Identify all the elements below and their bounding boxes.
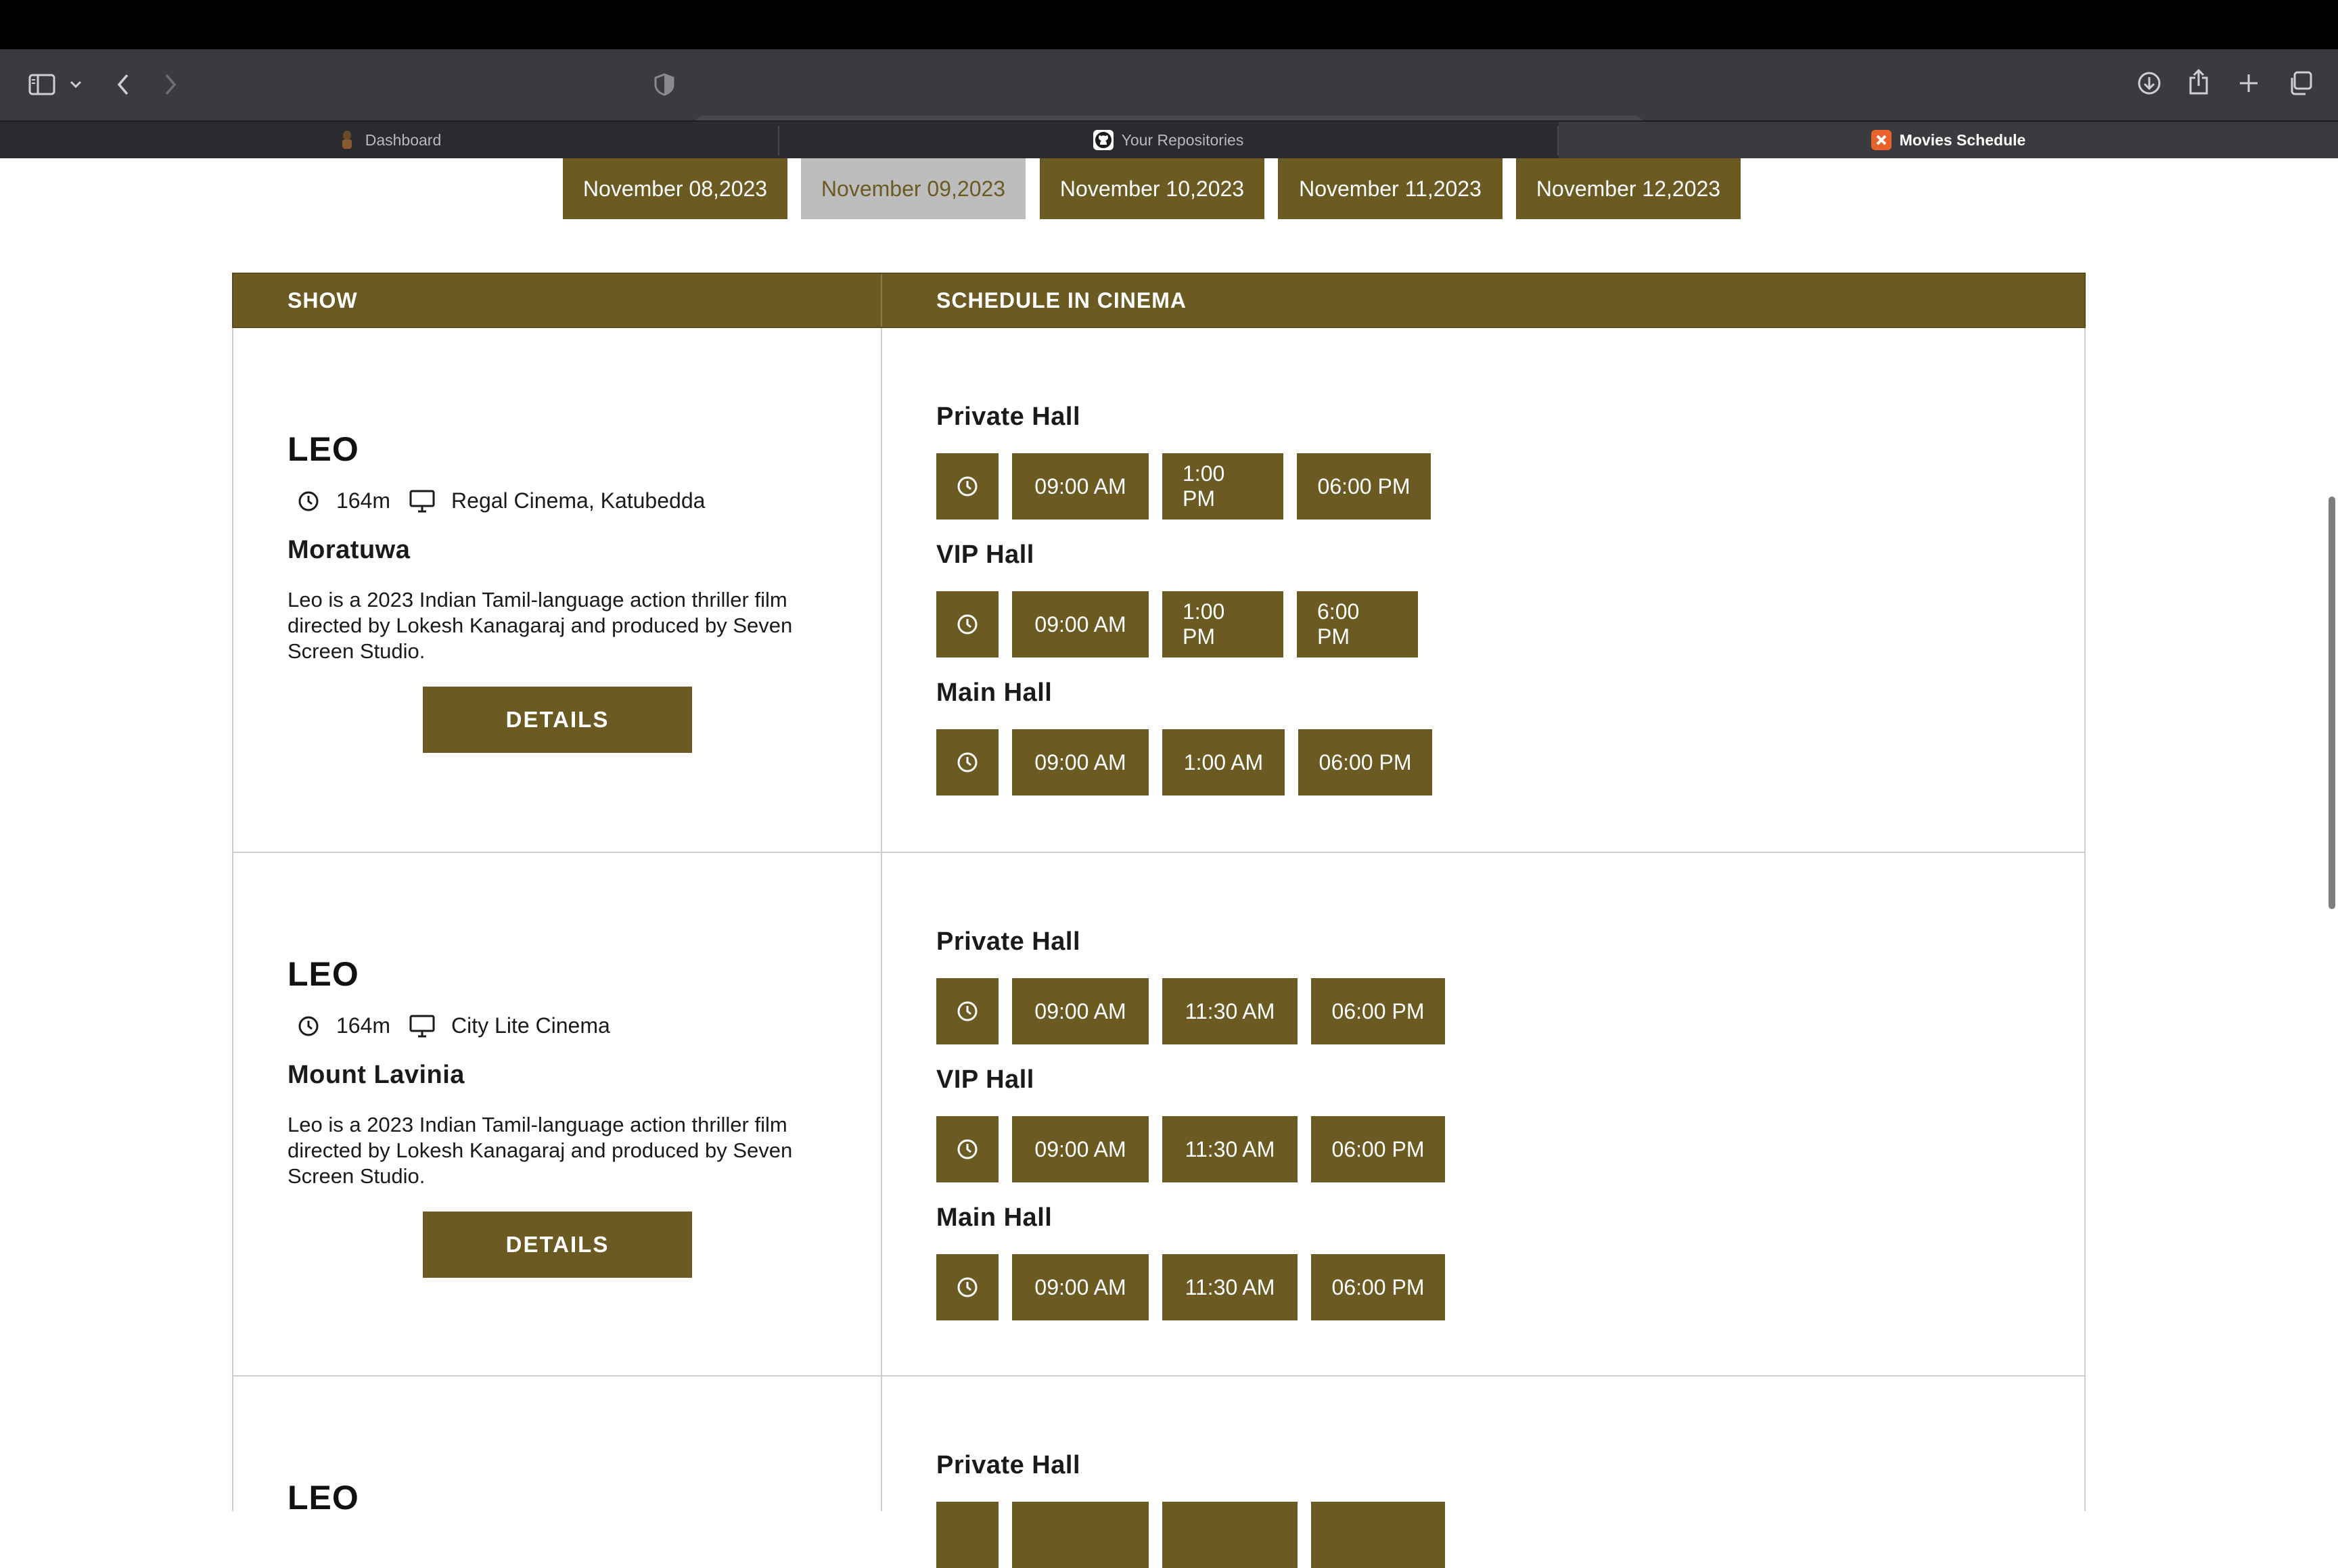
showtimes: 09:00 AM 1:00 AM 06:00 PM [936,729,1432,795]
movie-title: LEO [288,955,359,993]
menu-bar [0,0,2338,49]
table-header: SHOW SCHEDULE IN CINEMA [232,273,2086,328]
showtime-button[interactable]: 09:00 AM [1012,978,1149,1044]
showtime-button[interactable]: 1:00 PM [1162,453,1283,520]
tab-your-repositories[interactable]: Your Repositories [779,122,1557,158]
tab-movies-schedule[interactable]: Movies Schedule [1559,122,2338,158]
movie-duration: 164m [336,488,391,513]
clock-icon [936,1254,999,1320]
showtime-button[interactable]: 09:00 AM [1012,591,1149,658]
dashboard-favicon-icon [337,130,357,150]
tab-overview-icon[interactable] [2285,68,2315,98]
hall-name: Private Hall [936,402,1080,431]
tab-dashboard[interactable]: Dashboard [0,122,778,158]
clock-icon [936,729,999,795]
hall-name: VIP Hall [936,1065,1034,1094]
tab-label: Your Repositories [1121,131,1244,149]
tab-label: Movies Schedule [1899,131,2026,149]
showtime-button[interactable]: 1:00 AM [1162,729,1285,795]
movie-meta: 164m City Lite Cinema [297,1013,610,1038]
download-icon[interactable] [2134,68,2164,98]
showtime-button[interactable]: 09:00 AM [1012,453,1149,520]
showtime-button[interactable]: 1:00 PM [1162,591,1283,658]
tab-bar: Dashboard Your Repositories Movies Sched… [0,120,2338,158]
clock-icon [936,1116,999,1182]
clock-icon [936,978,999,1044]
cinema-city: Mount Lavinia [288,1061,465,1089]
showtime-button[interactable]: 11:30 AM [1162,1254,1298,1320]
header-divider [881,274,882,327]
showtime-button[interactable] [1311,1502,1445,1568]
showtime-button[interactable]: 06:00 PM [1311,978,1445,1044]
showtimes: 09:00 AM 1:00 PM 06:00 PM [936,453,1431,520]
date-button[interactable]: November 10,2023 [1040,158,1264,219]
details-button[interactable]: DETAILS [423,1212,692,1278]
cinema-name: Regal Cinema, Katubedda [451,488,706,513]
forward-icon[interactable] [156,70,185,99]
showtimes: 09:00 AM 11:30 AM 06:00 PM [936,1254,1445,1320]
cinema-city: Moratuwa [288,536,411,564]
date-button[interactable]: November 08,2023 [563,158,787,219]
github-icon [1093,130,1114,150]
clock-icon [297,1015,320,1038]
clock-icon [936,1502,999,1568]
share-icon[interactable] [2184,67,2214,97]
showtime-button[interactable]: 09:00 AM [1012,1116,1149,1182]
scrollbar-thumb[interactable] [2329,497,2335,909]
hall-name: Main Hall [936,1203,1053,1232]
showtime-button[interactable]: 11:30 AM [1162,978,1298,1044]
showtime-button[interactable]: 06:00 PM [1311,1116,1445,1182]
hall-name: Private Hall [936,927,1080,956]
browser-toolbar: localhost [0,49,2338,154]
sidebar-toggle-icon[interactable] [27,70,57,99]
showtime-button[interactable]: 09:00 AM [1012,729,1149,795]
showtimes: 09:00 AM 11:30 AM 06:00 PM [936,1116,1445,1182]
tab-label: Dashboard [365,131,442,149]
screen-icon [409,1015,435,1038]
movie-description: Leo is a 2023 Indian Tamil-language acti… [288,1113,793,1188]
date-button[interactable]: November 11,2023 [1278,158,1503,219]
hall-name: Private Hall [936,1451,1080,1479]
movie-description: Leo is a 2023 Indian Tamil-language acti… [288,588,793,663]
details-button[interactable]: DETAILS [423,687,692,753]
new-tab-icon[interactable] [2234,68,2264,98]
clock-icon [936,591,999,658]
movie-meta: 164m Regal Cinema, Katubedda [297,488,705,513]
showtimes [936,1502,1445,1568]
showtime-button[interactable]: 11:30 AM [1162,1116,1298,1182]
clock-icon [297,490,320,513]
showtime-button[interactable]: 09:00 AM [1012,1254,1149,1320]
column-header-show: SHOW [288,287,358,313]
date-selector: November 08,2023 November 09,2023 Novemb… [0,158,2338,219]
back-icon[interactable] [108,70,138,99]
chevron-down-icon[interactable] [68,76,84,93]
row-divider [233,852,2084,853]
column-divider [881,328,882,1511]
cinema-name: City Lite Cinema [451,1013,610,1038]
clock-icon [936,453,999,520]
movie-title: LEO [288,430,359,468]
showtimes: 09:00 AM 11:30 AM 06:00 PM [936,978,1445,1044]
showtimes: 09:00 AM 1:00 PM 6:00 PM [936,591,1418,658]
showtime-button[interactable]: 06:00 PM [1298,729,1432,795]
date-button-selected[interactable]: November 09,2023 [801,158,1026,219]
column-header-schedule: SCHEDULE IN CINEMA [936,287,1187,313]
showtime-button[interactable]: 6:00 PM [1297,591,1418,658]
showtime-button[interactable]: 06:00 PM [1311,1254,1445,1320]
hall-name: Main Hall [936,678,1053,707]
date-button[interactable]: November 12,2023 [1516,158,1741,219]
row-divider [233,1375,2084,1377]
scrollbar[interactable] [2327,158,2338,1511]
hall-name: VIP Hall [936,540,1034,569]
movie-title: LEO [288,1479,359,1517]
showtime-button[interactable]: 06:00 PM [1297,453,1431,520]
screen-icon [409,490,435,513]
schedule-table: SHOW SCHEDULE IN CINEMA LEO 164m Regal C… [232,273,2086,1568]
privacy-shield-icon[interactable] [649,70,679,99]
showtime-button[interactable] [1162,1502,1298,1568]
showtime-button[interactable] [1012,1502,1149,1568]
xampp-favicon-icon [1871,130,1892,150]
movie-duration: 164m [336,1013,391,1038]
